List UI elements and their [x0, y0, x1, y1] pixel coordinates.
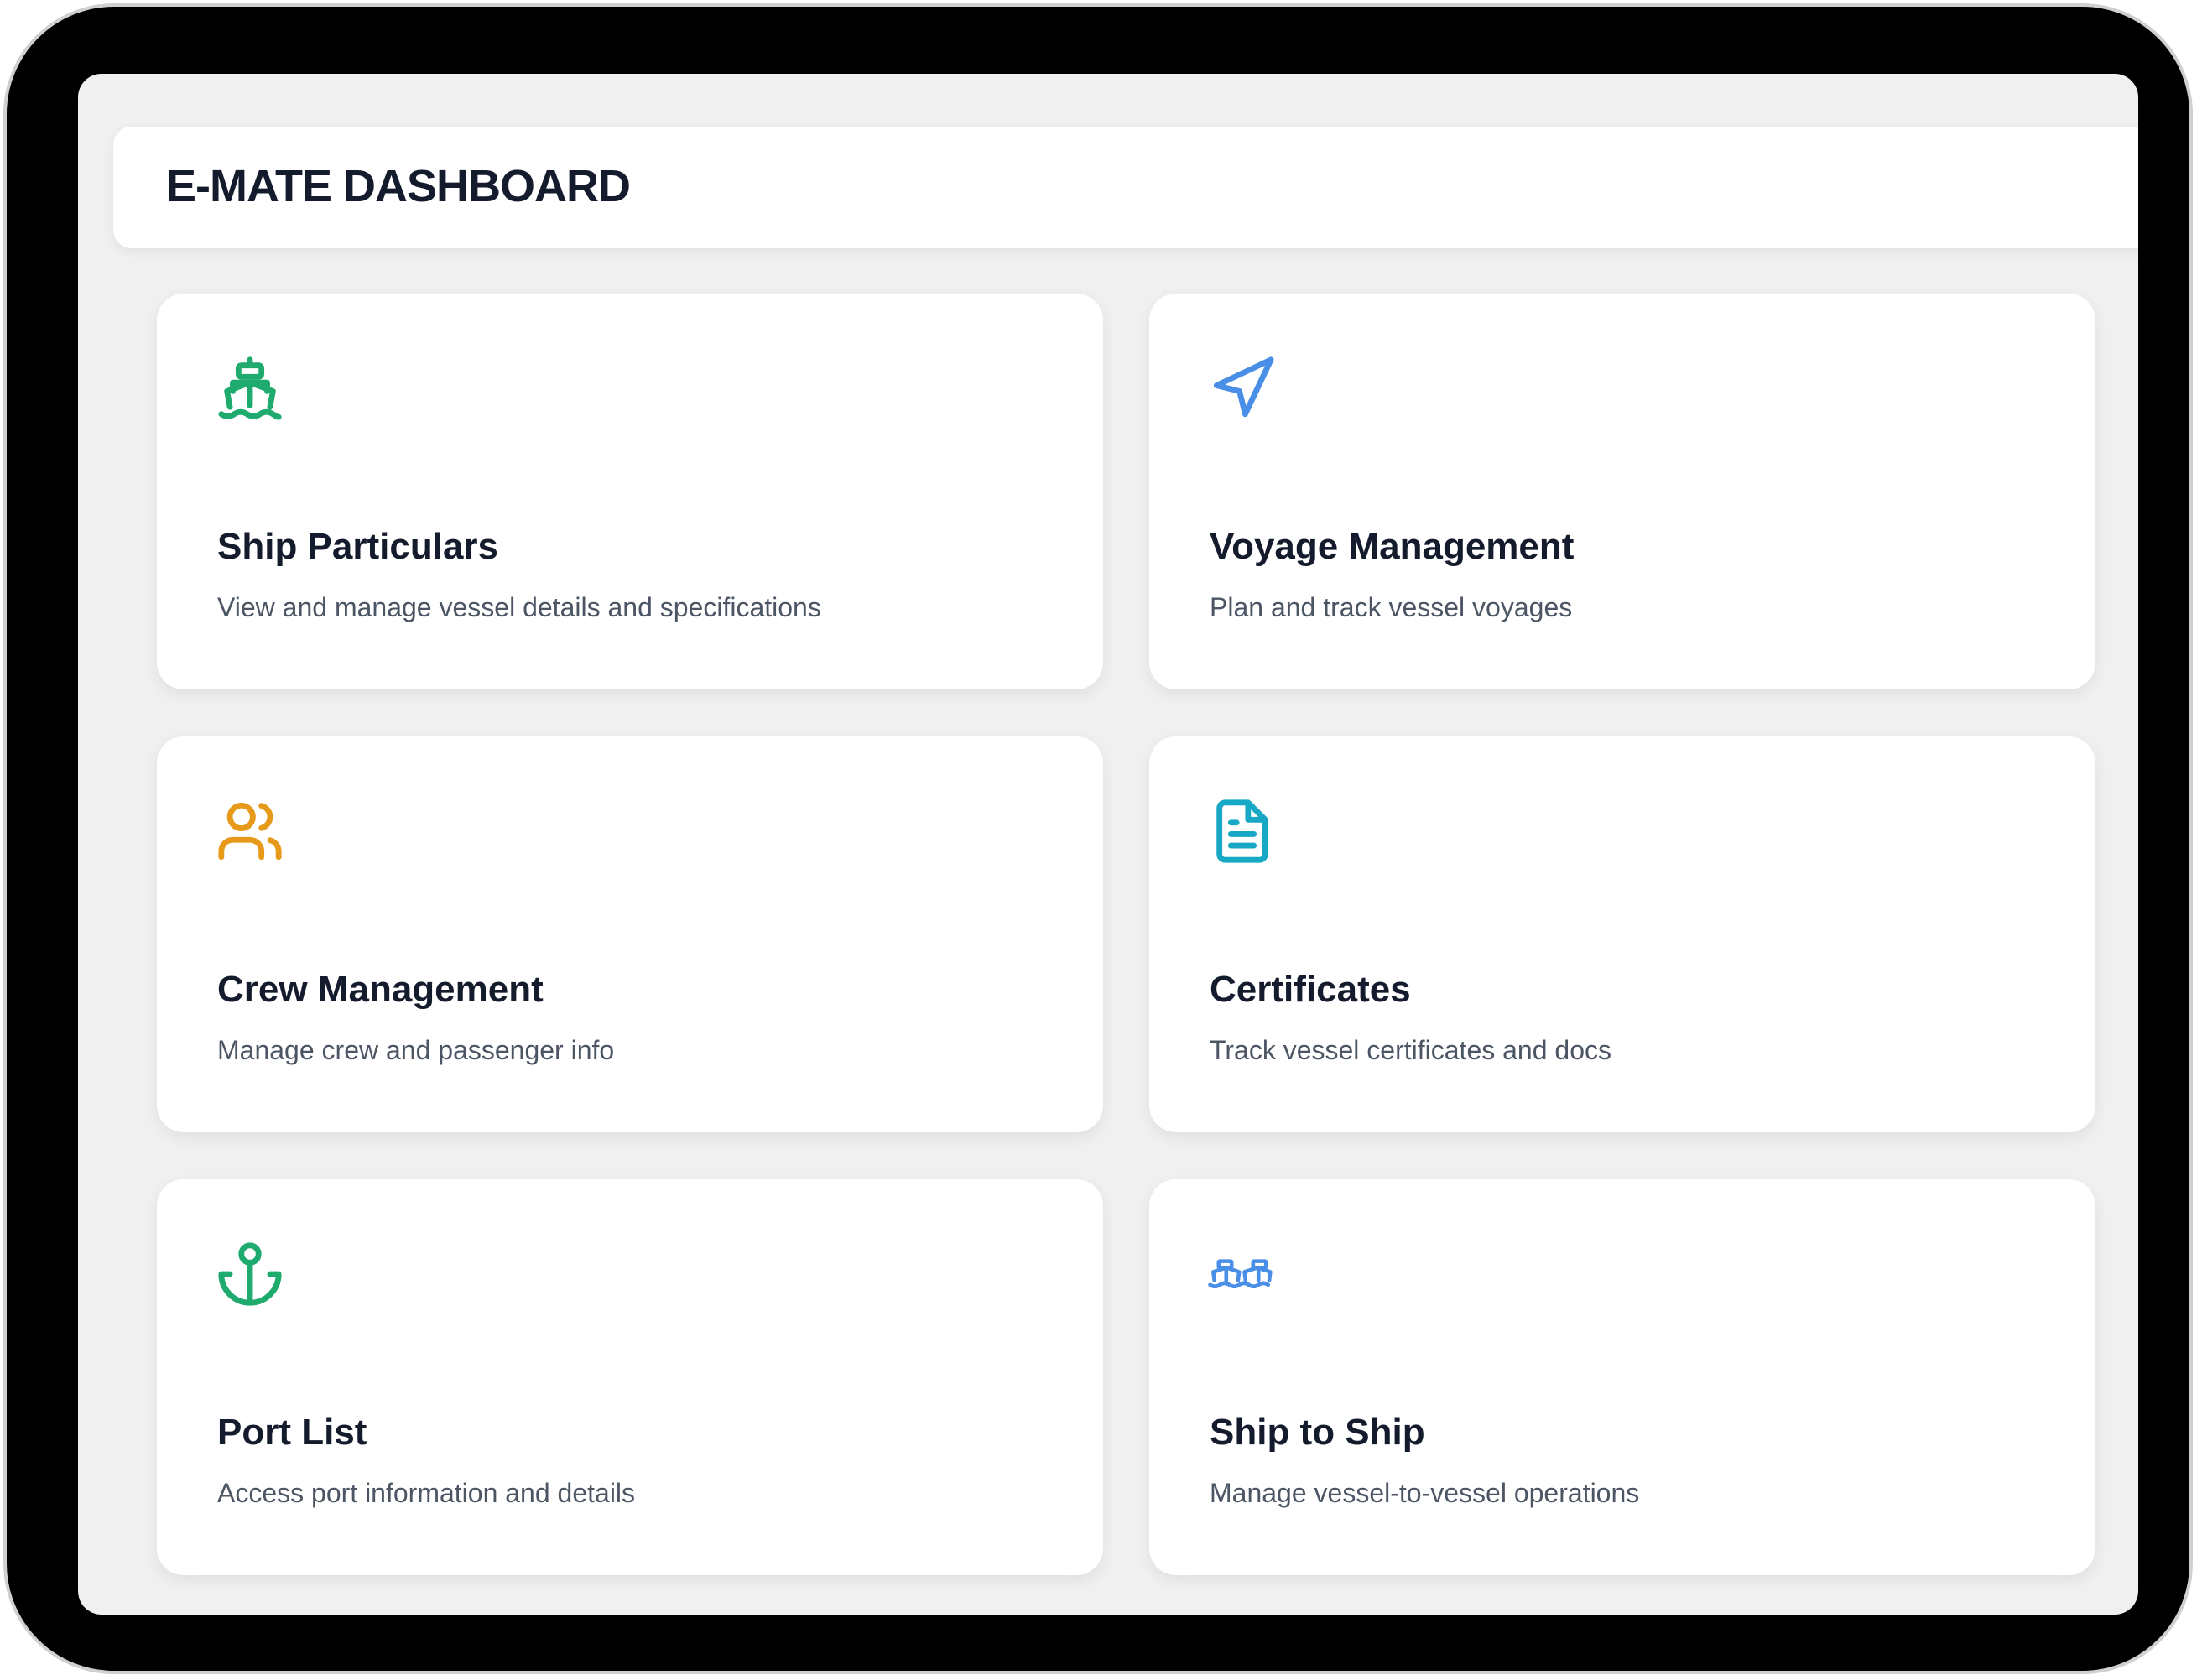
document-icon [1208, 797, 1277, 866]
card-title: Ship Particulars [217, 526, 499, 567]
card-ship-to-ship[interactable]: Ship to Ship Manage vessel-to-vessel ope… [1149, 1179, 2095, 1575]
card-title: Certificates [1210, 969, 1411, 1010]
page-title: E-MATE DASHBOARD [166, 161, 631, 211]
anchor-icon [216, 1240, 284, 1308]
navigation-arrow-icon [1208, 354, 1277, 423]
card-port-list[interactable]: Port List Access port information and de… [157, 1179, 1103, 1575]
card-description: Track vessel certificates and docs [1210, 1035, 1611, 1065]
card-title: Crew Management [217, 969, 544, 1010]
card-description: Manage vessel-to-vessel operations [1210, 1478, 1640, 1508]
card-description: View and manage vessel details and speci… [217, 592, 821, 622]
card-description: Manage crew and passenger info [217, 1035, 615, 1065]
card-ship-particulars[interactable]: Ship Particulars View and manage vessel … [157, 294, 1103, 689]
tablet-frame: E-MATE DASHBOARD Ship Particulars View a… [3, 3, 2193, 1674]
users-icon [216, 797, 284, 866]
app-screen: E-MATE DASHBOARD Ship Particulars View a… [78, 74, 2138, 1615]
dashboard-header: E-MATE DASHBOARD [113, 127, 2138, 248]
card-title: Port List [217, 1412, 367, 1453]
card-title: Voyage Management [1210, 526, 1575, 567]
card-certificates[interactable]: Certificates Track vessel certificates a… [1149, 736, 2095, 1132]
card-title: Ship to Ship [1210, 1412, 1425, 1453]
ship-icon [216, 354, 284, 423]
card-description: Plan and track vessel voyages [1210, 592, 1573, 622]
card-description: Access port information and details [217, 1478, 636, 1508]
ships-icon [1208, 1240, 1277, 1308]
card-voyage-management[interactable]: Voyage Management Plan and track vessel … [1149, 294, 2095, 689]
card-crew-management[interactable]: Crew Management Manage crew and passenge… [157, 736, 1103, 1132]
